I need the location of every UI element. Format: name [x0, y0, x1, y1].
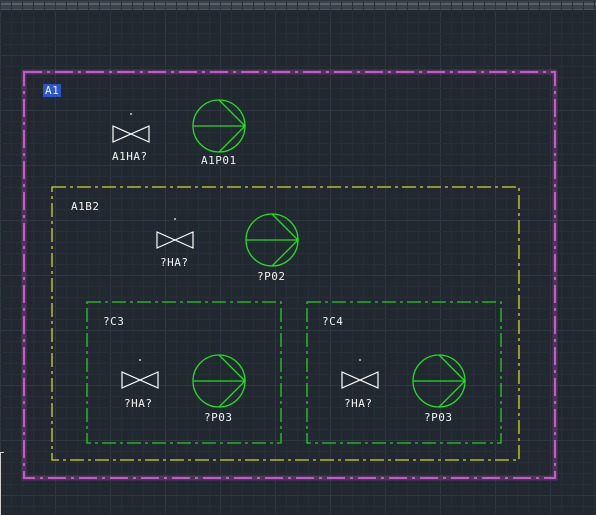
ucs-marker	[0, 452, 4, 515]
drawing-canvas[interactable]: A1 A1B2 ?C3 ?C4 A1HA? ?HA? ?HA? ?HA? A1P…	[0, 0, 596, 514]
area-label[interactable]: A1	[45, 84, 59, 97]
pump-icon[interactable]	[412, 354, 466, 408]
valve-tag[interactable]: ?HA?	[344, 397, 373, 410]
building-label[interactable]: A1B2	[71, 200, 100, 213]
valve-tag[interactable]: A1HA?	[112, 150, 148, 163]
pump-tag[interactable]: ?P02	[257, 270, 286, 283]
pump-tag[interactable]: ?P03	[424, 411, 453, 424]
pump-tag[interactable]: ?P03	[204, 411, 233, 424]
grid	[0, 0, 596, 514]
cell-label-c3[interactable]: ?C3	[103, 315, 124, 328]
valve-tag[interactable]: ?HA?	[124, 397, 153, 410]
valve-tag[interactable]: ?HA?	[160, 256, 189, 269]
pump-tag[interactable]: A1P01	[201, 154, 237, 167]
pump-icon[interactable]	[192, 99, 246, 153]
pump-icon[interactable]	[192, 354, 246, 408]
pump-icon[interactable]	[245, 213, 299, 267]
cell-label-c4[interactable]: ?C4	[322, 315, 343, 328]
